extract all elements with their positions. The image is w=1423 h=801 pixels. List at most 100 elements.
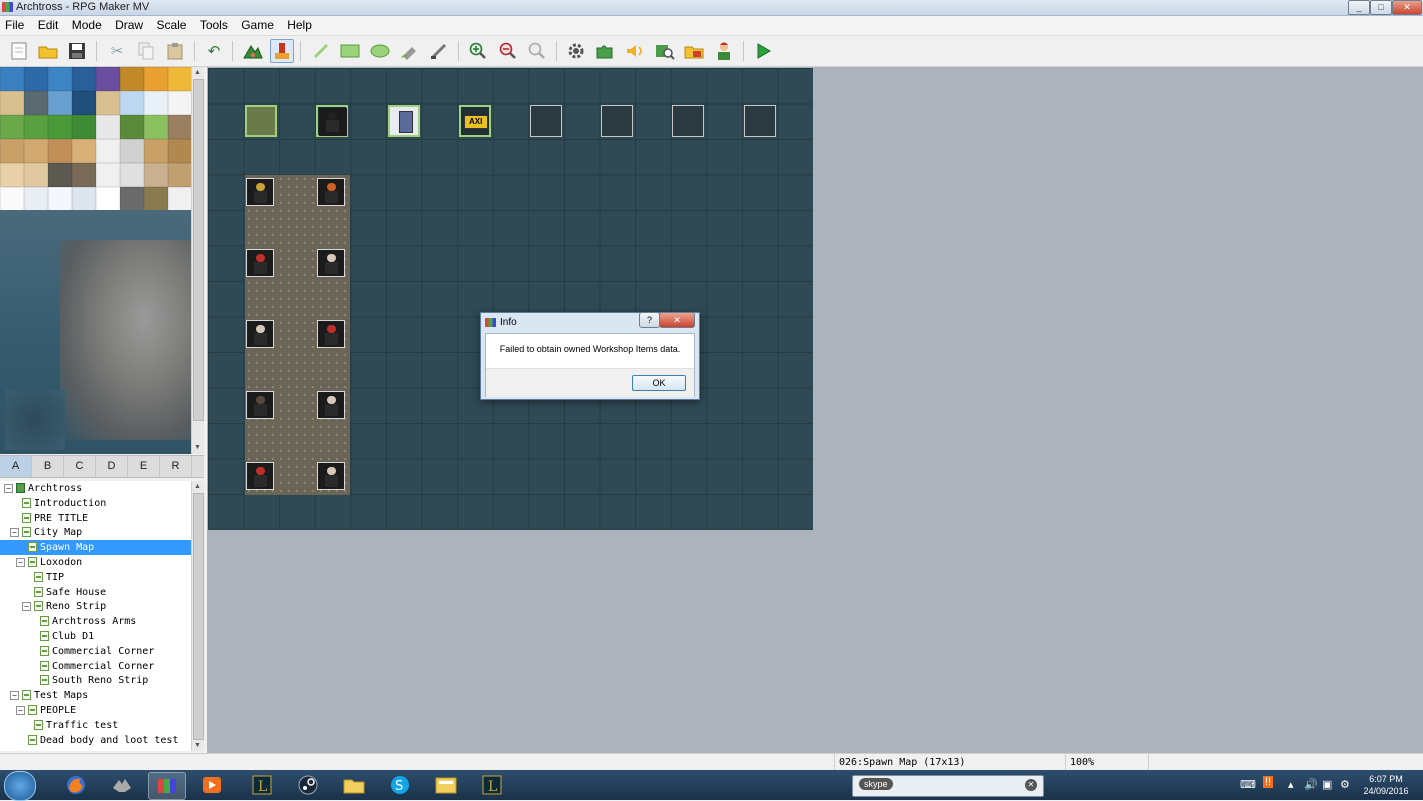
event-mode-icon[interactable] — [270, 39, 294, 63]
tab-c[interactable]: C — [64, 456, 96, 477]
volume-icon[interactable]: 🔊 — [1304, 778, 1318, 791]
palette-tile[interactable] — [72, 163, 96, 187]
skype-icon[interactable]: S — [382, 772, 418, 798]
collapse-toggle-icon[interactable]: − — [16, 706, 25, 715]
palette-tile[interactable] — [24, 91, 48, 115]
cut-icon[interactable]: ✂ — [106, 40, 128, 62]
character-generator-icon[interactable] — [713, 40, 735, 62]
palette-tile[interactable] — [48, 163, 72, 187]
rpg-maker-icon[interactable] — [148, 772, 186, 800]
actual-size-icon[interactable] — [526, 40, 548, 62]
menu-help[interactable]: Help — [282, 16, 317, 32]
palette-tile[interactable] — [72, 115, 96, 139]
close-button[interactable]: ✕ — [1392, 0, 1422, 15]
map-tree-item[interactable]: Dead body and loot test — [0, 733, 191, 748]
palette-tile[interactable] — [24, 67, 48, 91]
wolf-app-icon[interactable] — [104, 772, 140, 798]
copy-icon[interactable] — [135, 40, 157, 62]
palette-tile[interactable] — [120, 187, 144, 211]
character-event[interactable] — [246, 177, 275, 206]
scroll-thumb[interactable] — [193, 79, 204, 421]
palette-tile[interactable] — [96, 115, 120, 139]
palette-tile[interactable] — [96, 187, 120, 211]
map-tree-item[interactable]: Spawn Map — [0, 540, 191, 556]
empty-event-slot[interactable] — [672, 105, 705, 137]
paste-icon[interactable] — [164, 40, 186, 62]
zoom-in-icon[interactable] — [467, 40, 489, 62]
palette-tile[interactable] — [48, 115, 72, 139]
tab-d[interactable]: D — [96, 456, 128, 477]
notification-tray-icon[interactable]: !! — [1263, 776, 1274, 788]
skype-thumbnail[interactable]: skype ✕ — [852, 775, 1044, 797]
palette-tile[interactable] — [72, 67, 96, 91]
dialog-help-button[interactable]: ? — [639, 312, 660, 328]
network-icon[interactable]: ▣ — [1322, 778, 1332, 791]
map-tree-item[interactable]: Traffic test — [0, 718, 191, 733]
map-tree-item[interactable]: − Archtross — [0, 481, 191, 496]
keyboard-tray-icon[interactable]: ⌨ — [1240, 778, 1256, 791]
palette-tile[interactable] — [96, 163, 120, 187]
map-tree-item[interactable]: Safe House — [0, 585, 191, 600]
database-icon[interactable] — [565, 40, 587, 62]
palette-tile[interactable] — [120, 91, 144, 115]
tile-grid[interactable] — [0, 67, 191, 211]
steam-tray-icon[interactable]: ⚙ — [1340, 778, 1350, 791]
resource-manager-icon[interactable] — [683, 40, 705, 62]
map-tree-item[interactable]: Club D1 — [0, 629, 191, 644]
tab-b[interactable]: B — [32, 456, 64, 477]
tab-a[interactable]: A — [0, 456, 32, 477]
character-event[interactable] — [246, 390, 275, 419]
palette-tile[interactable] — [0, 163, 24, 187]
league-client-icon[interactable]: L — [474, 772, 510, 798]
scroll-down-arrow[interactable]: ▼ — [192, 442, 203, 453]
event-slot[interactable] — [316, 105, 349, 137]
empty-event-slot[interactable] — [601, 105, 634, 137]
palette-tile[interactable] — [96, 139, 120, 163]
event-slot[interactable] — [245, 105, 278, 137]
collapse-toggle-icon[interactable]: − — [16, 558, 25, 567]
palette-tile[interactable] — [48, 187, 72, 211]
palette-tile[interactable] — [72, 91, 96, 115]
event-slot[interactable]: AXI — [458, 105, 491, 137]
character-event[interactable] — [317, 319, 346, 348]
map-tree[interactable]: − Archtross Introduction PRE TITLE − City Map… — [0, 481, 191, 751]
map-tree-item[interactable]: − Loxodon — [0, 555, 191, 570]
menu-scale[interactable]: Scale — [151, 16, 191, 32]
empty-event-slot[interactable] — [743, 105, 776, 137]
palette-tile[interactable] — [96, 67, 120, 91]
ok-button[interactable]: OK — [632, 375, 686, 391]
palette-tile[interactable] — [24, 115, 48, 139]
maximize-button[interactable]: □ — [1370, 0, 1392, 15]
palette-tile[interactable] — [168, 115, 191, 139]
folder-icon[interactable] — [336, 772, 372, 798]
palette-tile[interactable] — [168, 91, 191, 115]
menu-edit[interactable]: Edit — [33, 16, 64, 32]
map-tree-item[interactable]: South Reno Strip — [0, 673, 191, 688]
scroll-up-arrow[interactable]: ▲ — [192, 481, 203, 492]
city-parallax-tile[interactable] — [0, 210, 191, 454]
palette-tile[interactable] — [48, 91, 72, 115]
palette-tile[interactable] — [168, 187, 191, 211]
undo-icon[interactable]: ↶ — [203, 40, 225, 62]
playtest-icon[interactable] — [752, 40, 774, 62]
map-mode-icon[interactable] — [242, 40, 264, 62]
map-tree-item[interactable]: PRE TITLE — [0, 511, 191, 526]
palette-tile[interactable] — [48, 139, 72, 163]
character-event[interactable] — [317, 461, 346, 490]
steam-icon[interactable] — [290, 772, 326, 798]
palette-tile[interactable] — [120, 139, 144, 163]
firefox-icon[interactable] — [58, 772, 94, 798]
palette-tile[interactable] — [168, 67, 191, 91]
map-tree-item[interactable]: − Test Maps — [0, 688, 191, 703]
media-player-icon[interactable] — [194, 772, 230, 798]
palette-tile[interactable] — [144, 187, 168, 211]
scroll-up-arrow[interactable]: ▲ — [192, 67, 203, 78]
character-event[interactable] — [317, 390, 346, 419]
palette-tile[interactable] — [144, 67, 168, 91]
event-slot[interactable] — [387, 105, 420, 137]
plugin-manager-icon[interactable] — [594, 40, 616, 62]
pencil-icon[interactable] — [310, 40, 332, 62]
tab-e[interactable]: E — [128, 456, 160, 477]
menu-file[interactable]: File — [0, 16, 29, 32]
save-icon[interactable] — [66, 40, 88, 62]
